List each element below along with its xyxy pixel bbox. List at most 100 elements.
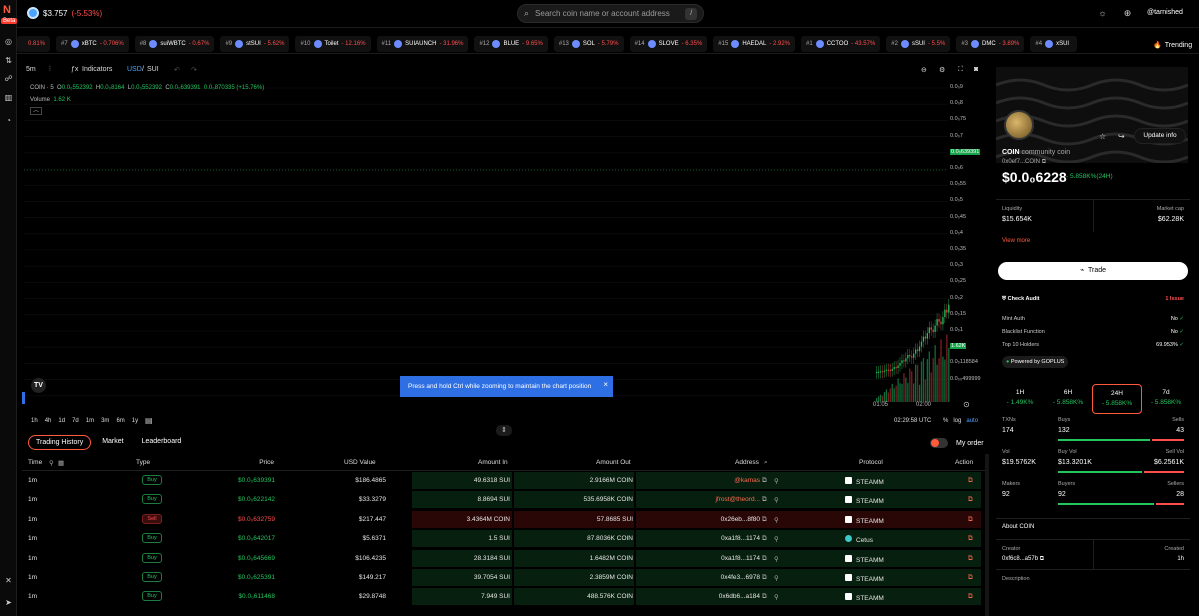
ticker-item[interactable]: #14 SLOVE - 6.35% <box>629 36 708 52</box>
timeframe-1m[interactable]: 1m <box>86 418 94 424</box>
trader-address[interactable]: @kamas <box>734 477 760 484</box>
ticker-item[interactable]: 0.81% <box>17 36 51 52</box>
timeframe-6m[interactable]: 6m <box>116 418 124 424</box>
trader-address[interactable]: jfrost@theord... <box>715 496 760 503</box>
goplus-badge[interactable]: ● Powered by GOPLUS <box>1002 356 1069 368</box>
log-scale-toggle[interactable]: log <box>953 418 961 424</box>
view-more-link[interactable]: View more <box>1002 238 1030 244</box>
zoom-icon[interactable]: ⊖ <box>921 66 927 74</box>
trade-button[interactable]: ⌁ Trade <box>998 262 1188 280</box>
trader-address[interactable]: 0x6db6...a184 <box>719 593 760 600</box>
ticker-item[interactable]: #1 CCTOO - 43.57% <box>801 36 881 52</box>
copy-icon[interactable]: ⧉ <box>762 593 767 601</box>
copy-icon[interactable]: ⧉ <box>762 477 767 485</box>
filter-icon[interactable]: ⚲ <box>49 459 54 467</box>
theme-toggle-icon[interactable]: ☼ <box>1097 8 1108 19</box>
tab-market[interactable]: Market <box>95 435 130 450</box>
filter-icon[interactable]: ⚲ <box>774 555 779 563</box>
trader-address[interactable]: 0x26eb...8f80 <box>721 516 760 523</box>
table-row[interactable]: 1m Buy $0.0₀639391 $186.4865 49.6318 SUI 2.91… <box>22 471 985 490</box>
telegram-icon[interactable]: ➤ <box>4 598 13 607</box>
external-link-icon[interactable]: ⧉ <box>968 477 973 485</box>
indicators-button[interactable]: Indicators <box>82 66 112 73</box>
ticker-item[interactable]: #7 xBTC - 0.706% <box>56 36 129 52</box>
tab-trading-history[interactable]: Trading History <box>28 435 92 450</box>
home-icon[interactable]: ◎ <box>4 37 13 46</box>
search-input[interactable] <box>535 9 680 18</box>
auto-scale-toggle[interactable]: auto <box>966 418 978 424</box>
external-link-icon[interactable]: ⧉ <box>968 593 973 601</box>
filter-icon[interactable]: ⚲ <box>774 535 779 543</box>
address-search-icon[interactable]: ⌕ <box>764 459 768 467</box>
close-icon[interactable]: × <box>603 380 608 389</box>
external-link-icon[interactable]: ⧉ <box>968 574 973 582</box>
trader-address[interactable]: 0xa1f8...1174 <box>721 535 760 542</box>
ticker-item[interactable]: #4 xSUI <box>1030 36 1078 52</box>
col-usd-value[interactable]: USD Value <box>344 459 376 466</box>
tf-stat-7d[interactable]: 7d - 5.858K% <box>1142 384 1190 414</box>
legend-collapse-icon[interactable]: ︿ <box>30 107 42 115</box>
brand-logo-icon[interactable]: N <box>3 4 11 16</box>
interval-selector[interactable]: 5m <box>26 66 36 73</box>
share-icon[interactable]: ↪ <box>1118 132 1125 141</box>
ticker-item[interactable]: #8 suiWBTC - 0.67% <box>134 36 215 52</box>
ticker-item[interactable]: #15 HAEDAL - 2.92% <box>713 36 796 52</box>
redo-icon[interactable]: ↷ <box>191 66 197 74</box>
table-row[interactable]: 1m Buy $0.0₀625391 $149.217 39.7054 SUI 2.385… <box>22 568 985 587</box>
tf-stat-1H[interactable]: 1H - 1.49K% <box>996 384 1044 414</box>
filter-icon[interactable]: ⚲ <box>774 593 779 601</box>
copy-icon[interactable]: ⧉ <box>762 516 767 524</box>
external-link-icon[interactable]: ⧉ <box>968 496 973 504</box>
external-link-icon[interactable]: ⧉ <box>968 516 973 524</box>
copy-icon[interactable]: ⧉ <box>762 535 767 543</box>
timeframe-1d[interactable]: 1d <box>58 418 65 424</box>
table-row[interactable]: 1m Buy $0.0₀622142 $33.3279 8.8694 SUI 535.69… <box>22 490 985 509</box>
price-axis[interactable]: 0.0₀9 0.0₀8 0.0₀75 0.0₀7 0.0₀639391 0.0₀6 0.0₀… <box>948 80 981 410</box>
language-globe-icon[interactable]: ⊕ <box>1122 8 1133 19</box>
toggle-switch[interactable] <box>930 438 948 448</box>
creator-address[interactable]: 0xf6c8...a57b ⧉ <box>1002 556 1044 563</box>
filter-icon[interactable]: ⚲ <box>774 574 779 582</box>
table-scrollbar[interactable] <box>985 454 989 616</box>
trader-address[interactable]: 0x4fe3...6978 <box>721 574 760 581</box>
search-bar[interactable]: ⌕ / <box>517 4 704 23</box>
col-time[interactable]: Time <box>28 459 42 466</box>
percent-scale-toggle[interactable]: % <box>943 418 948 424</box>
undo-icon[interactable]: ↶ <box>174 66 180 74</box>
trending-button[interactable]: 🔥 Trending <box>1147 37 1199 53</box>
timeframe-4h[interactable]: 4h <box>45 418 52 424</box>
copy-icon[interactable]: ⧉ <box>1042 159 1046 165</box>
ticker-item[interactable]: #13 SOL - 5.79% <box>553 36 624 52</box>
my-order-toggle[interactable]: My order <box>930 438 984 448</box>
copy-icon[interactable]: ⧉ <box>762 555 767 563</box>
tf-stat-6H[interactable]: 6H - 5.858K% <box>1044 384 1092 414</box>
ticker-item[interactable]: #11 SUIAUNCH - 31.96% <box>376 36 469 52</box>
price-chart[interactable] <box>24 80 979 410</box>
col-type[interactable]: Type <box>136 459 150 466</box>
table-row[interactable]: 1m Sell $0.0₀632759 $217.447 3.4364M COIN 57.… <box>22 510 985 529</box>
date-range-icon[interactable]: ▤ <box>145 416 153 425</box>
users-icon[interactable]: ☍ <box>4 74 13 83</box>
tradingview-logo-icon[interactable]: TV <box>31 378 46 393</box>
sui-price-pill[interactable]: $3.757 (-5.53%) <box>27 7 102 19</box>
timeframe-7d[interactable]: 7d <box>72 418 79 424</box>
panel-resize-icon[interactable]: ⇕ <box>496 425 512 436</box>
ticker-item[interactable]: #10 Toilet - 12.16% <box>295 36 371 52</box>
calendar-icon[interactable]: ▦ <box>58 459 64 467</box>
x-social-icon[interactable]: ✕ <box>4 576 13 585</box>
tab-leaderboard[interactable]: Leaderboard <box>135 435 189 450</box>
coin-address[interactable]: 0x0ef7...COIN ⧉ <box>1002 159 1046 166</box>
copy-icon[interactable]: ⧉ <box>762 496 767 504</box>
timeframe-1h[interactable]: 1h <box>31 418 38 424</box>
filter-icon[interactable]: ⚲ <box>774 496 779 504</box>
username[interactable]: @tarnished <box>1147 9 1183 16</box>
filter-icon[interactable]: ⚲ <box>774 516 779 524</box>
usd-toggle[interactable]: USD <box>127 66 142 73</box>
camera-icon[interactable]: ◙ <box>974 66 978 73</box>
trader-address[interactable]: 0xa1f8...1174 <box>721 555 760 562</box>
ticker-item[interactable]: #2 sSUI - 5.5% <box>886 36 951 52</box>
scroll-to-realtime-icon[interactable]: ⊙ <box>963 400 970 409</box>
ticker-item[interactable]: #9 stSUI - 5.62% <box>220 36 290 52</box>
table-row[interactable]: 1m Buy $0.0₀611468 $29.8748 7.949 SUI 488.576… <box>22 587 985 606</box>
table-row[interactable]: 1m Buy $0.0₀645669 $106.4235 28.3184 SUI 1.64… <box>22 549 985 568</box>
